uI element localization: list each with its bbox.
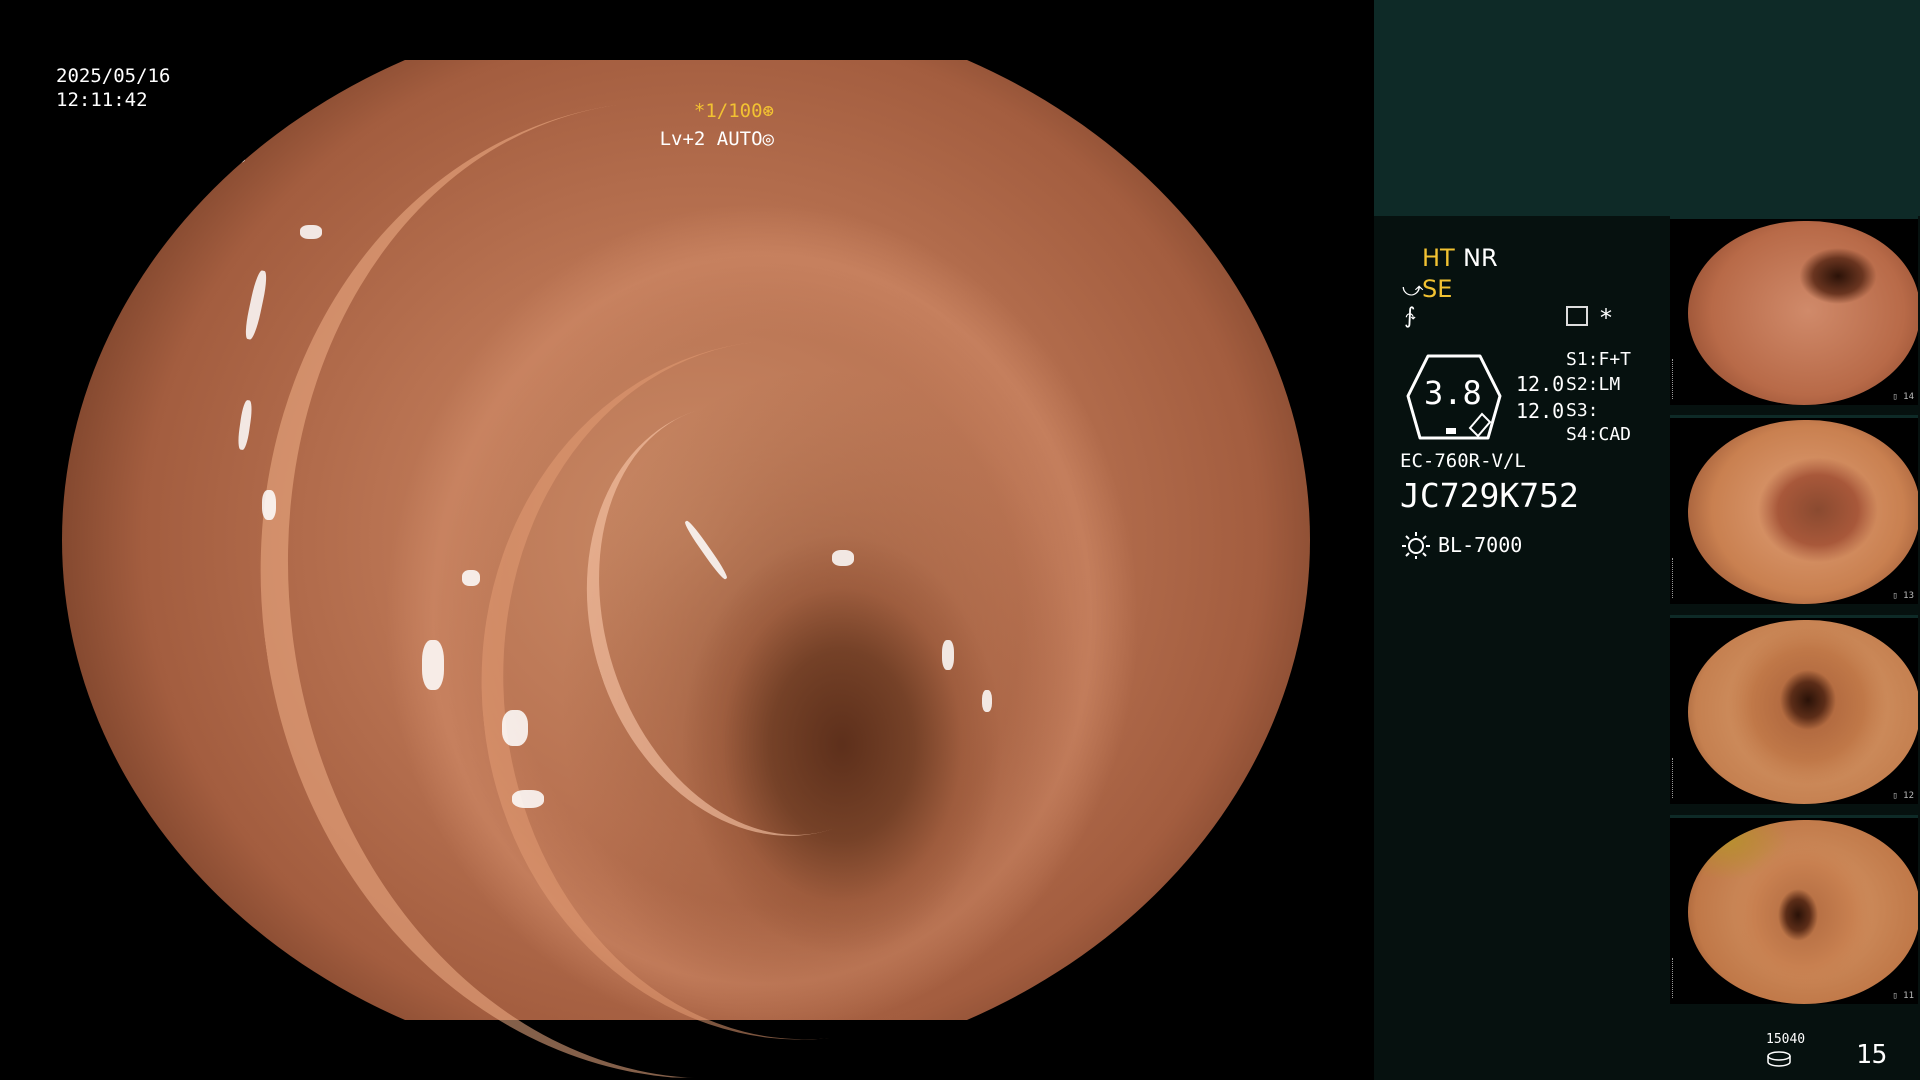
thumbnail-image bbox=[1688, 820, 1918, 1004]
thumbnail-metadata bbox=[1672, 958, 1689, 998]
star-indicator: * bbox=[1600, 304, 1612, 332]
light-reflection bbox=[462, 570, 480, 586]
light-source-model: BL-7000 bbox=[1438, 533, 1523, 557]
tone-curve-icon: ∱ bbox=[1404, 304, 1416, 329]
captured-thumbnail[interactable]: ▯ 11 bbox=[1670, 815, 1918, 1004]
iris-value: Lv+2 AUTO bbox=[659, 128, 763, 150]
timestamp: 2025/05/16 12:11:42 bbox=[56, 64, 170, 112]
light-source-icon bbox=[1402, 532, 1430, 559]
light-reflection bbox=[512, 790, 544, 808]
iris-icon: ◎ bbox=[762, 128, 774, 150]
captured-thumbnail[interactable]: ▯ 13 bbox=[1670, 415, 1918, 604]
light-reflection bbox=[502, 710, 528, 746]
time: 12:11:42 bbox=[56, 89, 148, 111]
se-indicator: SE bbox=[1422, 275, 1453, 303]
thumbnail-metadata bbox=[1672, 558, 1689, 598]
light-reflection bbox=[300, 225, 322, 239]
endoscope-live-view: 2025/05/16 12:11:42 *1/100⊛ Lv+2 AUTO◎ bbox=[0, 0, 1372, 1080]
endoscopic-image bbox=[62, 45, 1310, 1078]
ht-indicator: HT bbox=[1422, 244, 1455, 272]
thumbnail-image bbox=[1688, 420, 1918, 604]
thumbnail-label: ▯ 13 bbox=[1892, 591, 1914, 601]
record-list-icon bbox=[1566, 306, 1588, 326]
setting-value-1: 12.0 bbox=[1516, 372, 1565, 396]
thumbnail-label: ▯ 14 bbox=[1892, 392, 1914, 402]
panel-header-area bbox=[1374, 0, 1920, 216]
scope-model: EC-760R-V/L bbox=[1400, 450, 1526, 472]
shutter-icon: ⊛ bbox=[762, 100, 774, 122]
switch-3-assignment: S3: bbox=[1566, 400, 1599, 421]
status-panel: HT NR ⤻ SE ∱ * 3.8 12.0 12.0 S1:F+T S2:L… bbox=[1374, 0, 1920, 1080]
image-count: 15 bbox=[1856, 1040, 1888, 1070]
thumbnail-metadata bbox=[1672, 758, 1689, 798]
captured-thumbnail[interactable]: ▯ 12 bbox=[1670, 615, 1918, 804]
captured-thumbnail[interactable]: ▯ 14 bbox=[1670, 216, 1918, 405]
scope-serial: JC729K752 bbox=[1400, 476, 1579, 515]
captured-image-strip: ▯ 14 ▯ 13 ▯ 12 ▯ 11 bbox=[1670, 216, 1920, 1016]
date: 2025/05/16 bbox=[56, 65, 171, 87]
light-reflection bbox=[982, 690, 992, 712]
thumbnail-metadata bbox=[1672, 359, 1689, 399]
storage-count: 15040 bbox=[1766, 1032, 1806, 1047]
nr-indicator: NR bbox=[1463, 244, 1498, 272]
storage-disk-icon bbox=[1767, 1051, 1791, 1067]
light-reflection bbox=[227, 155, 245, 163]
thumbnail-image bbox=[1688, 620, 1918, 804]
light-reflection bbox=[832, 550, 854, 566]
thumbnail-label: ▯ 11 bbox=[1892, 991, 1914, 1001]
enhance-icon: ⤻ bbox=[1402, 277, 1424, 301]
light-reflection bbox=[242, 269, 270, 341]
magnification-value: 3.8 bbox=[1424, 374, 1482, 412]
shutter-indicator: *1/100⊛ bbox=[694, 100, 774, 122]
light-reflection bbox=[236, 399, 254, 451]
switch-1-assignment: S1:F+T bbox=[1566, 349, 1632, 370]
switch-4-assignment: S4:CAD bbox=[1566, 424, 1632, 445]
thumbnail-image bbox=[1688, 221, 1918, 405]
light-reflection bbox=[262, 490, 276, 520]
thumbnail-label: ▯ 12 bbox=[1892, 791, 1914, 801]
setting-value-2: 12.0 bbox=[1516, 399, 1565, 423]
light-reflection bbox=[422, 640, 444, 690]
shutter-value: *1/100 bbox=[693, 100, 763, 122]
switch-2-assignment: S2:LM bbox=[1566, 374, 1621, 395]
iris-indicator: Lv+2 AUTO◎ bbox=[660, 128, 774, 150]
light-reflection bbox=[942, 640, 954, 670]
